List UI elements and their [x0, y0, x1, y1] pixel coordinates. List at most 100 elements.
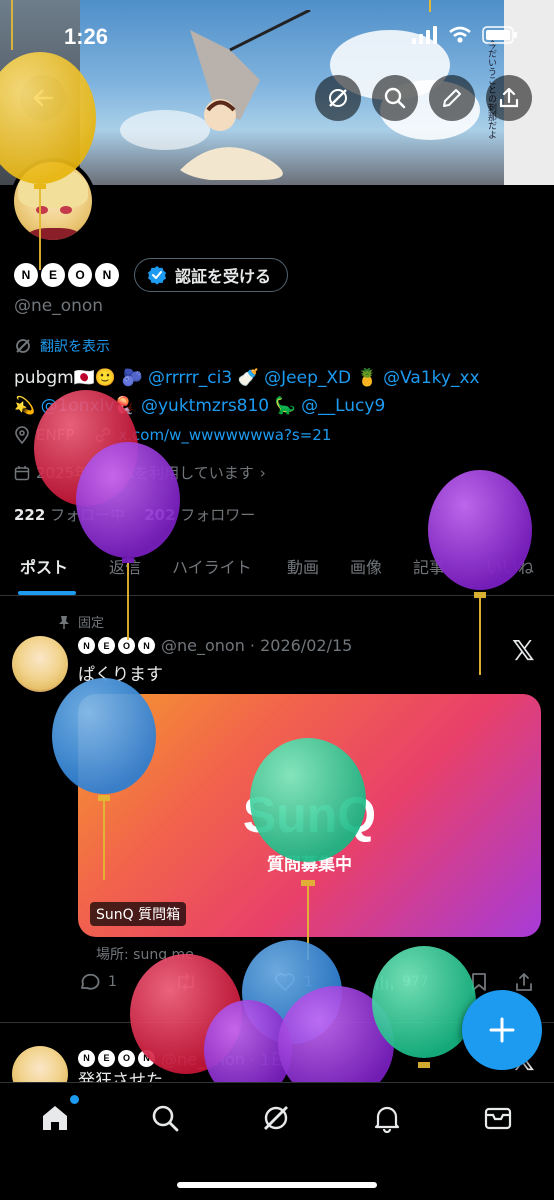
bio-mention-link[interactable]: @yuktmzrs810	[141, 396, 269, 416]
post-author-name[interactable]: N E O N	[78, 1049, 155, 1067]
nav-search[interactable]	[148, 1101, 182, 1135]
bookmark-button[interactable]	[470, 972, 488, 992]
grok-button[interactable]	[315, 75, 361, 121]
post-actions: 1 1 977	[78, 972, 548, 996]
bio-emoji: 🍍	[356, 368, 378, 388]
followers-link[interactable]: 202 フォロワー	[144, 506, 255, 524]
bio-text: pubgm🇯🇵🙂 🫐	[14, 368, 143, 388]
tab-videos[interactable]: 動画	[287, 554, 319, 578]
name-letter: E	[98, 1049, 115, 1067]
bio-mention-link[interactable]: @rrrrr_ci3	[148, 368, 232, 388]
post-header: N E O N @ne_onon · 2026/02/15	[78, 636, 352, 655]
follow-counts: 222 フォロー中 202 フォロワー	[14, 504, 255, 525]
card-tag: SunQ 質問箱	[90, 902, 187, 926]
card-subtitle: 質問募集中	[267, 855, 352, 875]
search-icon	[384, 87, 406, 109]
nav-grok[interactable]	[259, 1101, 293, 1135]
profile-tabs: ポスト 返信 ハイライト 動画 画像 記事 いいね	[0, 540, 554, 596]
translate-bio-link[interactable]: 翻訳を表示	[14, 336, 110, 356]
bio-mention-link[interactable]: @__Lucy9	[301, 396, 385, 416]
avatar-eye	[60, 206, 72, 214]
followers-label: フォロワー	[180, 506, 256, 524]
profile-meta-row: ENFP x.com/w_wwwwwwwa?s=21	[14, 426, 331, 444]
following-link[interactable]: 222 フォロー中	[14, 506, 125, 524]
reply-button[interactable]: 1	[78, 972, 117, 992]
profile-joined-row[interactable]: 2025年 からXを利用しています ›	[14, 462, 266, 483]
post-meta: @ne_onon · 2026/02/15	[161, 636, 353, 655]
post-avatar[interactable]	[12, 636, 68, 692]
tab-highlights[interactable]: ハイライト	[172, 554, 252, 578]
post-text: ぱくります	[78, 665, 163, 685]
avatar-clothing	[24, 228, 84, 240]
nav-home[interactable]	[38, 1101, 72, 1135]
views-button[interactable]: 977	[374, 972, 429, 992]
share-button[interactable]	[486, 75, 532, 121]
name-letter: N	[78, 1049, 95, 1067]
tab-replies[interactable]: 返信	[109, 554, 141, 578]
name-letter: O	[118, 1049, 135, 1067]
status-icons	[412, 26, 518, 44]
plus-icon	[489, 1017, 515, 1043]
pencil-icon	[443, 89, 461, 107]
bio-mention-link[interactable]: @Va1ky_xx	[383, 368, 479, 388]
tab-media[interactable]: 画像	[350, 554, 382, 578]
repost-button[interactable]	[174, 972, 198, 992]
bio-emoji: 🪼	[114, 396, 136, 416]
name-letter: N	[138, 1049, 155, 1067]
balloon	[372, 946, 476, 1068]
reply-icon	[81, 973, 100, 990]
name-letter: O	[118, 637, 135, 654]
repost-icon	[178, 973, 194, 991]
link-card[interactable]: SunQ 質問募集中 SunQ 質問箱	[78, 694, 541, 937]
edit-button[interactable]	[429, 75, 475, 121]
profile-joined-date: 2025年 からXを利用しています	[36, 464, 254, 482]
name-letter: N	[138, 637, 155, 654]
search-button[interactable]	[372, 75, 418, 121]
bio-emoji: 🦕	[274, 396, 296, 416]
battery-icon	[482, 26, 517, 44]
post-meta: @ne_onon · 1日	[161, 1050, 287, 1069]
grok-icon	[264, 1106, 288, 1130]
notification-dot	[70, 1095, 79, 1104]
post-author-name[interactable]: N E O N	[78, 637, 155, 654]
like-count: 1	[304, 974, 313, 990]
following-count: 222	[14, 506, 46, 524]
name-letter: E	[98, 637, 115, 654]
calendar-icon	[14, 465, 30, 480]
profile-location: ENFP	[36, 426, 75, 444]
home-icon	[43, 1106, 67, 1130]
like-button[interactable]: 1	[274, 972, 313, 992]
compose-post-button[interactable]	[462, 990, 542, 1070]
bio-mention-link[interactable]: @1onxlv	[41, 396, 115, 416]
home-indicator	[177, 1182, 377, 1188]
arrow-left-icon	[33, 89, 54, 107]
nav-notifications[interactable]	[370, 1101, 404, 1135]
tab-posts[interactable]: ポスト	[20, 554, 68, 578]
get-verified-button[interactable]: 認証を受ける	[134, 258, 289, 292]
grok-icon	[16, 339, 30, 353]
display-name-letters: N E O N	[14, 263, 119, 287]
translate-label: 翻訳を表示	[40, 339, 110, 355]
followers-count: 202	[144, 506, 176, 524]
x-logo-icon[interactable]: 𝕏	[512, 634, 535, 667]
share-icon	[516, 973, 532, 991]
name-letter: E	[41, 263, 65, 287]
mail-icon	[484, 1107, 512, 1130]
bio-mention-link[interactable]: @Jeep_XD	[264, 368, 351, 388]
profile-handle: @ne_onon	[14, 296, 104, 316]
profile-avatar[interactable]	[10, 158, 96, 244]
share-icon	[499, 87, 519, 108]
bio-emoji: 💫	[14, 396, 36, 416]
post-share-button[interactable]	[514, 972, 534, 992]
profile-website-link[interactable]: x.com/w_wwwwwwwa?s=21	[118, 426, 331, 444]
status-bar: 1:26	[0, 18, 554, 58]
nav-messages[interactable]	[481, 1101, 515, 1135]
active-tab-indicator	[18, 591, 76, 595]
name-letter: N	[78, 637, 95, 654]
back-button[interactable]	[20, 75, 66, 121]
view-count: 977	[402, 974, 429, 990]
views-chart-icon	[376, 976, 393, 990]
balloon	[204, 1000, 292, 1090]
tab-articles[interactable]: 記事	[413, 554, 445, 578]
tab-likes[interactable]: いいね	[486, 554, 534, 578]
